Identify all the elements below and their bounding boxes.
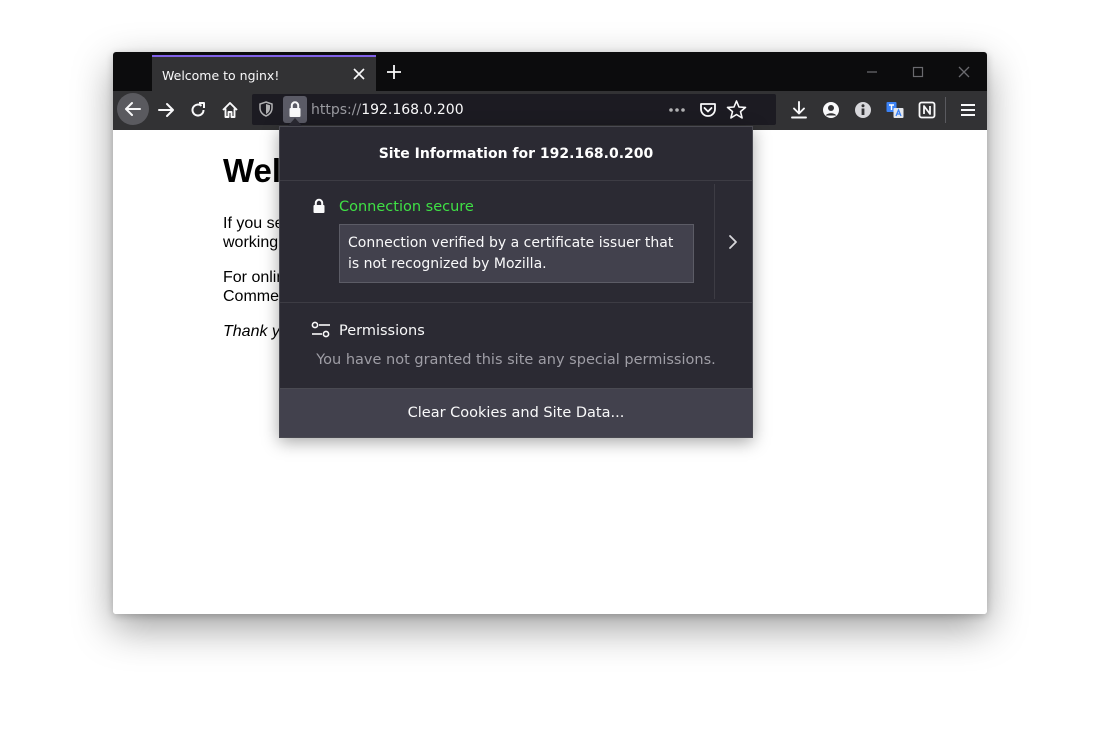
arrow-left-icon xyxy=(125,102,141,116)
tab-title: Welcome to nginx! xyxy=(162,68,280,83)
translate-icon[interactable] xyxy=(885,100,905,120)
reload-icon[interactable] xyxy=(188,100,208,120)
download-icon[interactable] xyxy=(789,100,809,120)
paragraph-line: Thank y xyxy=(223,323,280,340)
star-icon[interactable] xyxy=(726,99,747,120)
paragraph-line: Commer xyxy=(223,288,285,305)
minimize-icon[interactable] xyxy=(863,63,881,81)
divider xyxy=(280,302,752,303)
back-button[interactable] xyxy=(117,93,149,125)
paragraph-line: For onlin xyxy=(223,269,286,286)
navigation-toolbar: https://192.168.0.200 xyxy=(113,91,987,130)
paragraph-line: working xyxy=(223,234,279,251)
maximize-icon[interactable] xyxy=(909,63,927,81)
notion-icon[interactable] xyxy=(917,100,937,120)
tab-active[interactable]: Welcome to nginx! xyxy=(152,55,376,91)
site-info-panel: Site Information for 192.168.0.200 Conne… xyxy=(279,126,753,438)
more-actions-icon[interactable] xyxy=(667,100,687,120)
shield-icon[interactable] xyxy=(257,100,275,118)
tab-strip: Welcome to nginx! xyxy=(113,52,987,91)
account-icon[interactable] xyxy=(821,100,841,120)
plus-icon[interactable] xyxy=(385,63,403,81)
toolbar-separator xyxy=(945,97,946,123)
divider-vertical xyxy=(714,184,715,299)
url-bar[interactable]: https://192.168.0.200 xyxy=(252,94,776,125)
url-host: 192.168.0.200 xyxy=(361,102,464,118)
lock-icon xyxy=(311,198,327,214)
url-text: https://192.168.0.200 xyxy=(311,102,464,118)
divider xyxy=(280,180,752,181)
permissions-note: You have not granted this site any speci… xyxy=(316,352,716,368)
home-icon[interactable] xyxy=(220,100,240,120)
connection-status: Connection secure xyxy=(339,199,474,215)
paragraph-line: If you se xyxy=(223,215,284,232)
clear-cookies-button[interactable]: Clear Cookies and Site Data... xyxy=(280,388,752,437)
arrow-right-icon[interactable] xyxy=(156,100,176,120)
close-icon[interactable] xyxy=(350,65,368,83)
connection-detail: Connection verified by a certificate iss… xyxy=(339,224,694,283)
url-scheme: https:// xyxy=(311,102,362,118)
chevron-right-icon[interactable] xyxy=(725,231,741,253)
page-heading: Wel xyxy=(223,152,282,189)
permissions-label: Permissions xyxy=(339,323,425,339)
info-extension-icon[interactable] xyxy=(853,100,873,120)
permissions-icon xyxy=(311,321,331,339)
close-icon[interactable] xyxy=(955,63,973,81)
panel-title: Site Information for 192.168.0.200 xyxy=(378,146,654,162)
pocket-icon[interactable] xyxy=(698,100,718,120)
menu-icon[interactable] xyxy=(958,100,978,120)
